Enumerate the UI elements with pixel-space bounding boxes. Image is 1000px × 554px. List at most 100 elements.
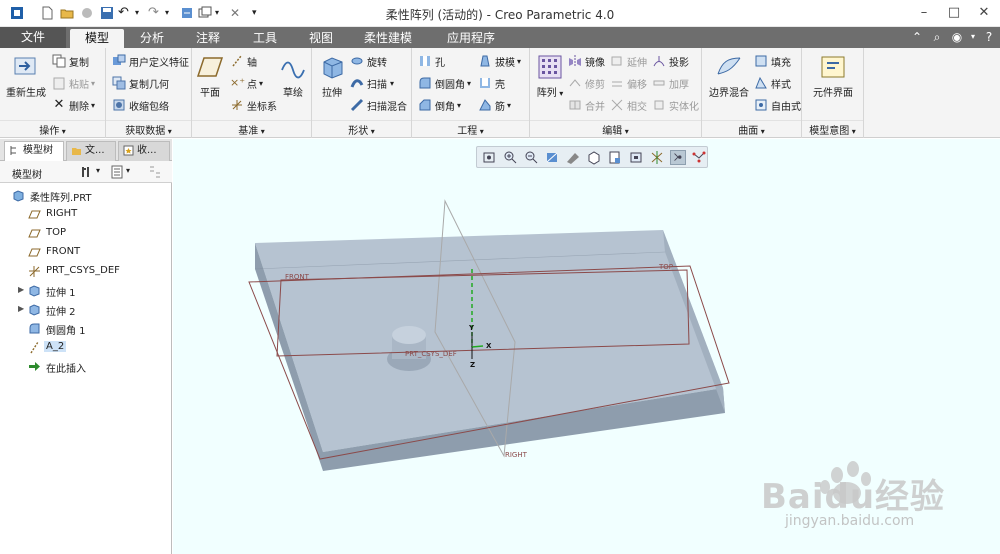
tree-filter-icon[interactable] — [148, 165, 162, 179]
help-icon[interactable]: ? — [982, 30, 996, 44]
delete-icon: ✕ — [53, 97, 65, 112]
draft-button[interactable]: 拔模 ▾ — [478, 52, 521, 70]
style-button[interactable]: 样式 — [754, 74, 791, 92]
tab-model-tree[interactable]: 模型树 — [4, 141, 64, 162]
offset-button[interactable]: 偏移 — [610, 74, 647, 92]
tab-favorites[interactable]: 收... — [118, 141, 170, 161]
swept-blend-button[interactable]: 扫描混合 — [350, 96, 407, 114]
maximize-button[interactable]: □ — [945, 4, 963, 22]
tree-settings-icon[interactable] — [80, 165, 94, 179]
intersect-button[interactable]: 相交 — [610, 96, 647, 114]
tree-show-icon[interactable] — [110, 165, 124, 179]
group-label-get-data[interactable]: 获取数据 — [106, 122, 191, 137]
group-label-operations[interactable]: 操作 — [0, 122, 105, 137]
tab-file[interactable]: 文件 — [0, 27, 66, 48]
draft-icon — [480, 55, 490, 67]
chamfer-icon — [419, 99, 431, 111]
extrude-icon — [29, 304, 40, 316]
minimize-button[interactable]: – — [915, 4, 933, 22]
group-label-engineering[interactable]: 工程 — [412, 122, 529, 137]
boundary-blend-button[interactable]: 边界混合 — [706, 54, 752, 99]
shrinkwrap-button[interactable]: 收缩包络 — [112, 96, 169, 114]
merge-button[interactable]: 合并 — [568, 96, 605, 114]
group-label-model-intent[interactable]: 模型意图 — [802, 122, 863, 137]
watermark-brand: Baidu经验 — [761, 477, 946, 517]
tab-view[interactable]: 视图 — [296, 29, 346, 48]
ribbon: 重新生成 复制 粘贴▾ ✕删除▾ 操作 用户定义特征 复制几何 收缩包络 获取数… — [0, 48, 1000, 138]
search-icon[interactable]: ⌕ — [930, 30, 944, 44]
shell-button[interactable]: 壳 — [478, 74, 505, 92]
tab-flexible-modeling[interactable]: 柔性建模 — [352, 29, 424, 48]
rib-button[interactable]: 筋 ▾ — [478, 96, 511, 114]
freestyle-button[interactable]: 自由式 — [754, 96, 801, 114]
mirror-icon — [569, 55, 581, 67]
project-icon — [653, 56, 665, 67]
udf-button[interactable]: 用户定义特征 — [112, 52, 189, 70]
plane-button[interactable]: 平面 — [196, 54, 224, 99]
fill-button[interactable]: 填充 — [754, 52, 791, 70]
sketch-icon — [281, 61, 305, 79]
right-plane-label: RIGHT — [505, 451, 528, 459]
boss-top-face[interactable] — [392, 326, 426, 344]
paste-button[interactable]: 粘贴 ▾ — [52, 74, 95, 92]
revolve-button[interactable]: 旋转 — [350, 52, 387, 70]
component-interface-button[interactable]: 元件界面 — [806, 54, 860, 99]
csys-icon — [232, 100, 242, 110]
tab-model[interactable]: 模型 — [70, 29, 124, 48]
pattern-button[interactable]: 阵列 ▾ — [534, 54, 566, 99]
group-label-editing[interactable]: 编辑 — [530, 122, 701, 137]
group-label-datum[interactable]: 基准 — [192, 122, 311, 137]
expand-icon[interactable]: ▶ — [18, 285, 28, 294]
part-icon — [13, 190, 24, 202]
regenerate-button[interactable]: 重新生成 — [6, 54, 46, 99]
tree-settings-dropdown-icon[interactable]: ▾ — [96, 166, 100, 175]
round-button[interactable]: 倒圆角 ▾ — [418, 74, 471, 92]
datum-plane-icon — [28, 210, 41, 219]
tab-analysis[interactable]: 分析 — [127, 29, 177, 48]
axis-button[interactable]: 轴 — [230, 52, 257, 70]
csys-x-axis — [471, 345, 484, 348]
group-label-surfaces[interactable]: 曲面 — [702, 122, 801, 137]
group-label-shapes[interactable]: 形状 — [312, 122, 411, 137]
collapse-ribbon-icon[interactable]: ⌃ — [910, 30, 924, 44]
copy-button[interactable]: 复制 — [52, 52, 89, 70]
chamfer-button[interactable]: 倒角 ▾ — [418, 96, 461, 114]
close-window-button[interactable]: ✕ — [975, 4, 993, 22]
delete-button[interactable]: ✕ 删除 ▾ — [52, 96, 95, 114]
group-get-data: 用户定义特征 复制几何 收缩包络 获取数据 — [106, 48, 192, 138]
csys-y-label: Y — [468, 324, 475, 332]
title-bar: ↶ ▾ ↷ ▾ ▾ ✕ ▾ 柔性阵列 (活动的) - Creo Parametr… — [0, 0, 1000, 27]
settings-icon[interactable]: ◉ — [950, 30, 964, 44]
tab-tools[interactable]: 工具 — [240, 29, 290, 48]
sketch-button[interactable]: 草绘 — [278, 54, 308, 99]
solidify-button[interactable]: 实体化 — [652, 96, 699, 114]
csys-button[interactable]: 坐标系 — [230, 96, 277, 114]
point-button[interactable]: ×⁺ 点 ▾ — [230, 74, 263, 92]
tree-show-dropdown-icon[interactable]: ▾ — [126, 166, 130, 175]
front-plane-label: FRONT — [285, 273, 310, 281]
project-button[interactable]: 投影 — [652, 52, 689, 70]
favorites-icon — [123, 145, 134, 156]
extrude-icon — [29, 285, 40, 297]
extend-button[interactable]: 延伸 — [610, 52, 647, 70]
group-surfaces: 边界混合 填充 样式 自由式 曲面 — [702, 48, 802, 138]
tab-annotate[interactable]: 注释 — [183, 29, 233, 48]
trim-button[interactable]: 修剪 — [568, 74, 605, 92]
group-model-intent: 元件界面 模型意图 — [802, 48, 864, 138]
extrude-button[interactable]: 拉伸 — [316, 54, 348, 99]
expand-icon[interactable]: ▶ — [18, 304, 28, 313]
thicken-button[interactable]: 加厚 — [652, 74, 689, 92]
graphics-viewport[interactable]: Y X Z PRT_CSYS_DEF FRONT TOP RIGHT Baidu… — [173, 139, 1000, 554]
hole-button[interactable]: 孔 — [418, 52, 445, 70]
mirror-button[interactable]: 镜像 — [568, 52, 605, 70]
solidify-icon — [654, 100, 664, 110]
paste-icon — [53, 77, 65, 90]
tab-applications[interactable]: 应用程序 — [432, 29, 510, 48]
group-editing: 阵列 ▾ 镜像 修剪 合并 延伸 偏移 相交 投影 加厚 实体化 编辑 — [530, 48, 702, 138]
sweep-button[interactable]: 扫描 ▾ — [350, 74, 394, 92]
tab-folder-browser[interactable]: 文... — [66, 141, 116, 161]
copy-geometry-button[interactable]: 复制几何 — [112, 74, 169, 92]
component-interface-icon — [821, 56, 845, 78]
settings-dropdown-icon[interactable]: ▾ — [966, 30, 980, 44]
copy-geometry-icon — [112, 76, 126, 90]
